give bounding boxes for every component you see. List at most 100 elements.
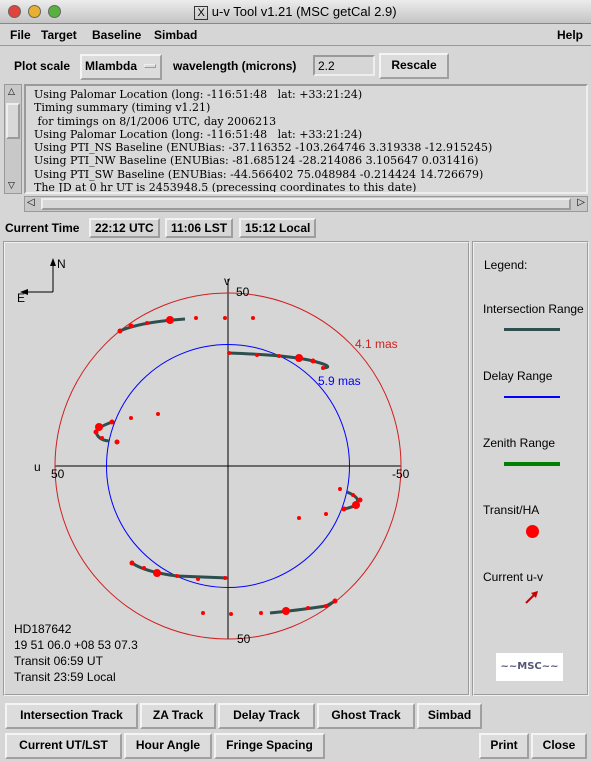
north-label: N: [57, 257, 66, 271]
ghost-track-button[interactable]: Ghost Track: [317, 703, 415, 729]
u-axis-label: u: [34, 460, 41, 474]
transit-point: [114, 439, 120, 445]
window-title: u-v Tool v1.21 (MSC getCal 2.9): [211, 4, 397, 19]
transit-dot-icon: [526, 525, 539, 538]
transit-point: [255, 353, 259, 357]
transit-point: [223, 576, 227, 580]
uv-plot-panel: N E v u 50 50 50 -50 4.1 mas 5.9 mas HD1…: [3, 241, 470, 696]
dropdown-icon: [144, 64, 156, 68]
fringe-spacing-button[interactable]: Fringe Spacing: [214, 733, 325, 759]
target-info: HD187642 19 51 06.0 +08 53 07.3 Transit …: [14, 621, 138, 685]
legend-zenith-swatch: [504, 462, 560, 466]
tick-top: 50: [236, 285, 250, 299]
transit-point: [129, 560, 135, 566]
transit-point: [145, 321, 149, 325]
log-output: Using Palomar Location (long: -116:51:48…: [24, 84, 588, 194]
menu-simbad[interactable]: Simbad: [154, 28, 197, 42]
transit-point: [128, 323, 134, 329]
scroll-down-icon[interactable]: ▽: [8, 181, 15, 191]
log-line: The JD at 0 hr UT is 2453948.5 (precessi…: [34, 181, 417, 194]
utc-time: 22:12 UTC: [89, 218, 160, 238]
transit-point: [229, 612, 233, 616]
transit-point: [109, 419, 115, 425]
transit-point: [100, 436, 104, 440]
close-button[interactable]: Close: [531, 733, 587, 759]
transit-point: [93, 429, 99, 435]
transit-point: [332, 598, 338, 604]
log-line: Using Palomar Location (long: -116:51:48…: [34, 88, 363, 101]
menu-target[interactable]: Target: [41, 28, 77, 42]
intersection-track-button[interactable]: Intersection Track: [5, 703, 138, 729]
simbad-button[interactable]: Simbad: [417, 703, 482, 729]
transit-point: [223, 316, 227, 320]
scroll-thumb[interactable]: [41, 198, 571, 210]
transit-point: [142, 566, 146, 570]
menu-help[interactable]: Help: [557, 28, 583, 42]
transit-point: [338, 487, 342, 491]
legend-delay-label: Delay Range: [483, 369, 553, 383]
transit-point: [156, 412, 160, 416]
legend-delay-swatch: [504, 396, 560, 398]
legend-intersection-swatch: [504, 328, 560, 331]
transit-point: [153, 569, 161, 577]
transit-point: [227, 351, 231, 355]
plot-scale-label: Plot scale: [14, 59, 71, 73]
print-button[interactable]: Print: [479, 733, 529, 759]
current-time-label: Current Time: [5, 221, 80, 235]
zoom-window-button[interactable]: [48, 5, 61, 18]
transit-point: [196, 577, 200, 581]
plot-scale-select[interactable]: Mlambda: [80, 54, 162, 80]
menu-file[interactable]: File: [10, 28, 31, 42]
transit-local: Transit 23:59 Local: [14, 670, 116, 684]
transit-point: [259, 611, 263, 615]
current-ut-lst-button[interactable]: Current UT/LST: [5, 733, 122, 759]
north-arrowhead-icon: [50, 258, 56, 266]
x11-icon: X: [194, 6, 208, 20]
wavelength-input[interactable]: [313, 55, 375, 76]
wavelength-label: wavelength (microns): [173, 59, 297, 73]
scroll-up-icon[interactable]: △: [8, 87, 15, 97]
log-line: for timings on 8/1/2006 UTC, day 2006213: [34, 114, 277, 128]
legend-zenith-label: Zenith Range: [483, 436, 556, 450]
log-horizontal-scrollbar[interactable]: ◁ ▷: [24, 196, 588, 212]
legend-title: Legend:: [484, 258, 528, 272]
transit-point: [117, 328, 123, 334]
transit-point: [194, 316, 198, 320]
transit-point: [352, 501, 360, 509]
scroll-right-icon[interactable]: ▷: [577, 197, 585, 208]
log-vertical-scrollbar[interactable]: △ ▽: [4, 84, 22, 194]
transit-point: [310, 358, 316, 364]
local-time: 15:12 Local: [239, 218, 317, 238]
transit-point: [351, 493, 355, 497]
transit-point: [201, 611, 205, 615]
transit-point: [251, 316, 255, 320]
target-name: HD187642: [14, 622, 72, 636]
transit-point: [129, 416, 133, 420]
menu-bar: File Target Baseline Simbad Help: [0, 24, 591, 46]
east-label: E: [17, 291, 26, 305]
close-window-button[interactable]: [8, 5, 21, 18]
lst-time: 11:06 LST: [165, 218, 234, 238]
uv-track: [131, 561, 229, 580]
scroll-left-icon[interactable]: ◁: [27, 197, 35, 208]
transit-point: [277, 354, 281, 358]
tick-left: 50: [51, 467, 65, 481]
scroll-thumb[interactable]: [6, 103, 20, 139]
transit-point: [282, 607, 290, 615]
log-line: Using PTI_SW Baseline (ENUBias: -44.5664…: [34, 167, 484, 181]
transit-point: [321, 366, 325, 370]
za-track-button[interactable]: ZA Track: [140, 703, 216, 729]
delay-track-button[interactable]: Delay Track: [218, 703, 315, 729]
transit-point: [324, 512, 328, 516]
current-uv-arrow-icon: [525, 591, 538, 604]
inner-circle-label: 5.9 mas: [318, 374, 361, 388]
tick-right: -50: [392, 467, 410, 481]
menu-baseline[interactable]: Baseline: [92, 28, 141, 42]
rescale-button[interactable]: Rescale: [379, 53, 449, 79]
minimize-window-button[interactable]: [28, 5, 41, 18]
log-line: Using Palomar Location (long: -116:51:48…: [34, 127, 363, 141]
transit-point: [306, 606, 310, 610]
hour-angle-button[interactable]: Hour Angle: [124, 733, 212, 759]
transit-point: [175, 574, 179, 578]
legend-current-uv-label: Current u-v: [483, 570, 544, 584]
